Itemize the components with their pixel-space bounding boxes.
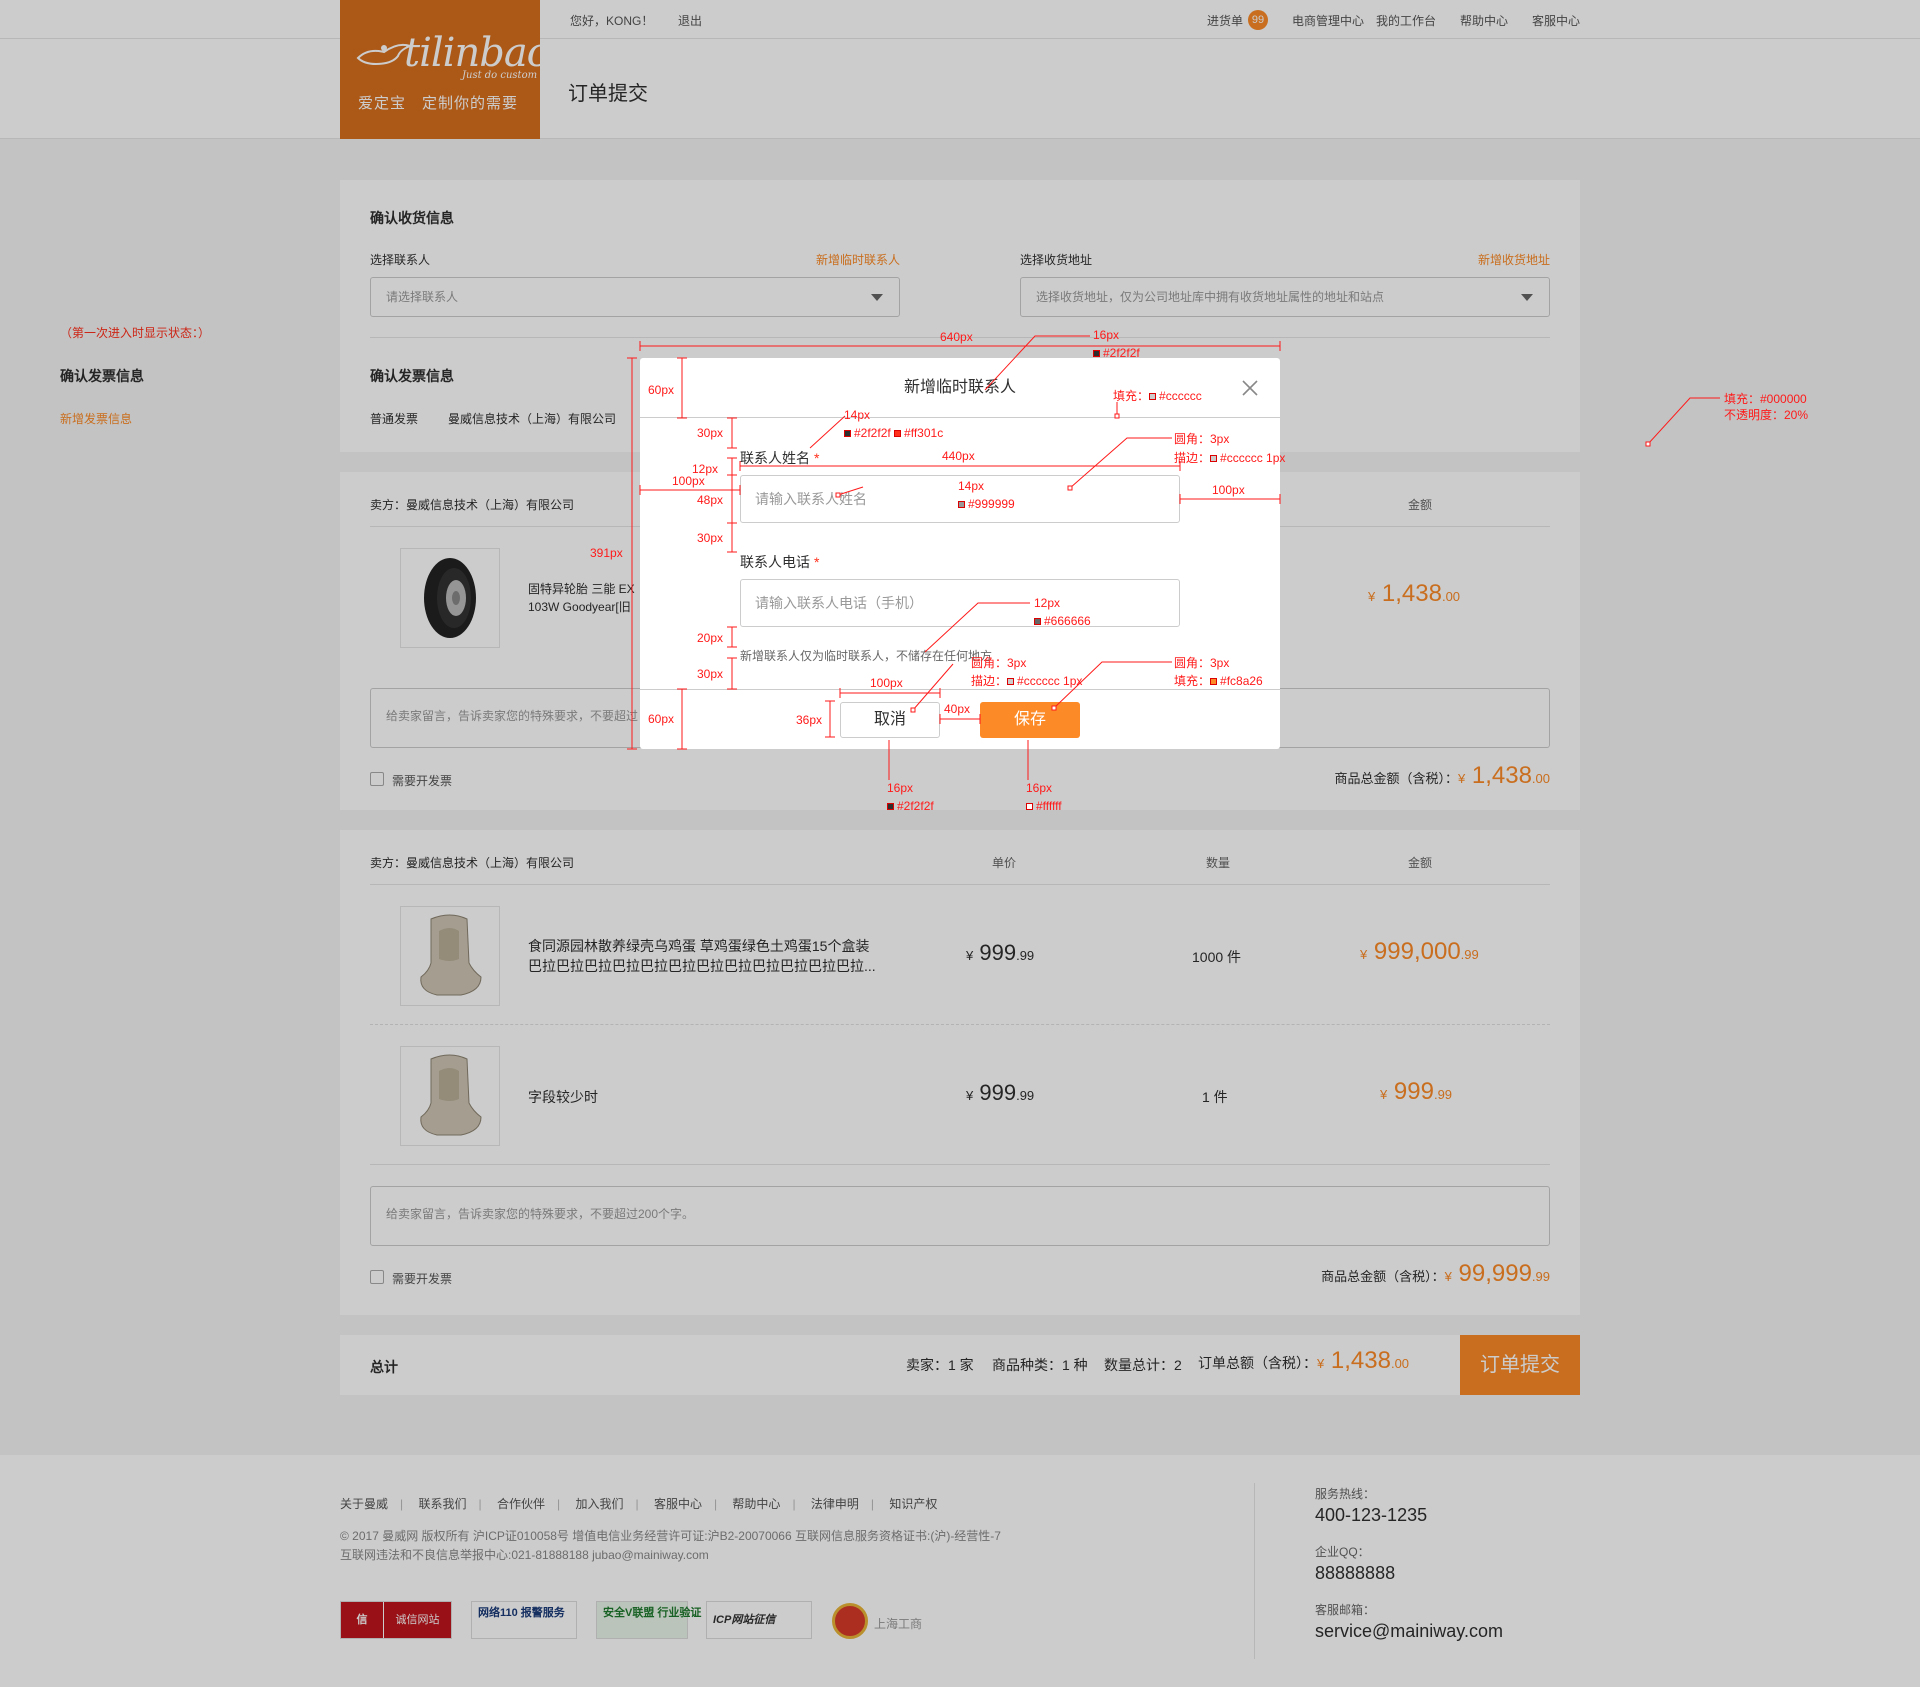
anno-mask-opacity: 不透明度：20%	[1724, 408, 1809, 422]
anno-title-size: 16px	[1093, 328, 1120, 342]
anno-placeholder-color: #999999	[958, 497, 1015, 511]
anno-width-640: 640px	[940, 330, 973, 344]
anno-height-391: 391px	[590, 546, 623, 560]
add-temp-contact-dialog: 新增临时联系人 联系人姓名 * 请输入联系人姓名 联系人电话 * 请输入联系人电话（…	[640, 358, 1280, 749]
anno-save-color: #ffffff	[1026, 799, 1062, 813]
anno-button-width: 100px	[870, 676, 903, 690]
name-field-label: 联系人姓名 *	[740, 450, 820, 466]
anno-input-radius: 圆角：3px	[1174, 432, 1230, 446]
anno-input-stroke: 描边： #cccccc 1px	[1174, 451, 1286, 465]
dialog-footer: 取消 保存	[640, 689, 1280, 749]
anno-label-size: 14px	[844, 408, 871, 422]
anno-divider-fill: 填充： #cccccc	[1113, 389, 1202, 403]
anno-cancel-stroke: 描边： #cccccc 1px	[971, 674, 1083, 688]
anno-button-height: 36px	[796, 713, 823, 727]
phone-placeholder: 请输入联系人电话（手机）	[755, 595, 923, 611]
anno-width-440: 440px	[942, 449, 975, 463]
anno-footer-height: 60px	[648, 712, 675, 726]
anno-cancel-radius: 圆角：3px	[971, 656, 1027, 670]
anno-title-color: #2f2f2f	[1093, 346, 1140, 360]
anno-pad-100-right: 100px	[1212, 483, 1245, 497]
anno-save-size: 16px	[1026, 781, 1053, 795]
temp-contact-hint: 新增联系人仅为临时联系人，不储存在任何地方	[740, 649, 993, 663]
anno-gap-30-b: 30px	[697, 531, 724, 545]
anno-save-fill: 填充： #fc8a26	[1174, 674, 1263, 688]
modal-overlay[interactable]	[0, 0, 1920, 1687]
anno-hint-size: 12px	[1034, 596, 1061, 610]
anno-gap-20: 20px	[697, 631, 724, 645]
anno-title-height: 60px	[648, 383, 675, 397]
anno-cancel-color: #2f2f2f	[887, 799, 934, 813]
contact-phone-input[interactable]: 请输入联系人电话（手机）	[740, 579, 1180, 627]
anno-save-radius: 圆角：3px	[1174, 656, 1230, 670]
anno-mask-fill: 填充：#000000	[1724, 392, 1807, 406]
close-icon[interactable]	[1238, 376, 1262, 400]
save-button[interactable]: 保存	[980, 702, 1080, 738]
anno-gap-30-a: 30px	[697, 426, 724, 440]
anno-label-colors: #2f2f2f #ff301c	[844, 426, 943, 440]
name-placeholder: 请输入联系人姓名	[755, 491, 867, 507]
anno-placeholder-size: 14px	[958, 479, 985, 493]
anno-input-height: 48px	[697, 493, 724, 507]
anno-cancel-size: 16px	[887, 781, 914, 795]
anno-pad-100-left: 100px	[672, 474, 705, 488]
anno-hint-color: #666666	[1034, 614, 1091, 628]
cancel-button[interactable]: 取消	[840, 702, 940, 738]
phone-field-label: 联系人电话 *	[740, 554, 820, 570]
dialog-title: 新增临时联系人	[640, 358, 1280, 418]
anno-gap-30-c: 30px	[697, 667, 724, 681]
anno-button-gap: 40px	[944, 702, 971, 716]
